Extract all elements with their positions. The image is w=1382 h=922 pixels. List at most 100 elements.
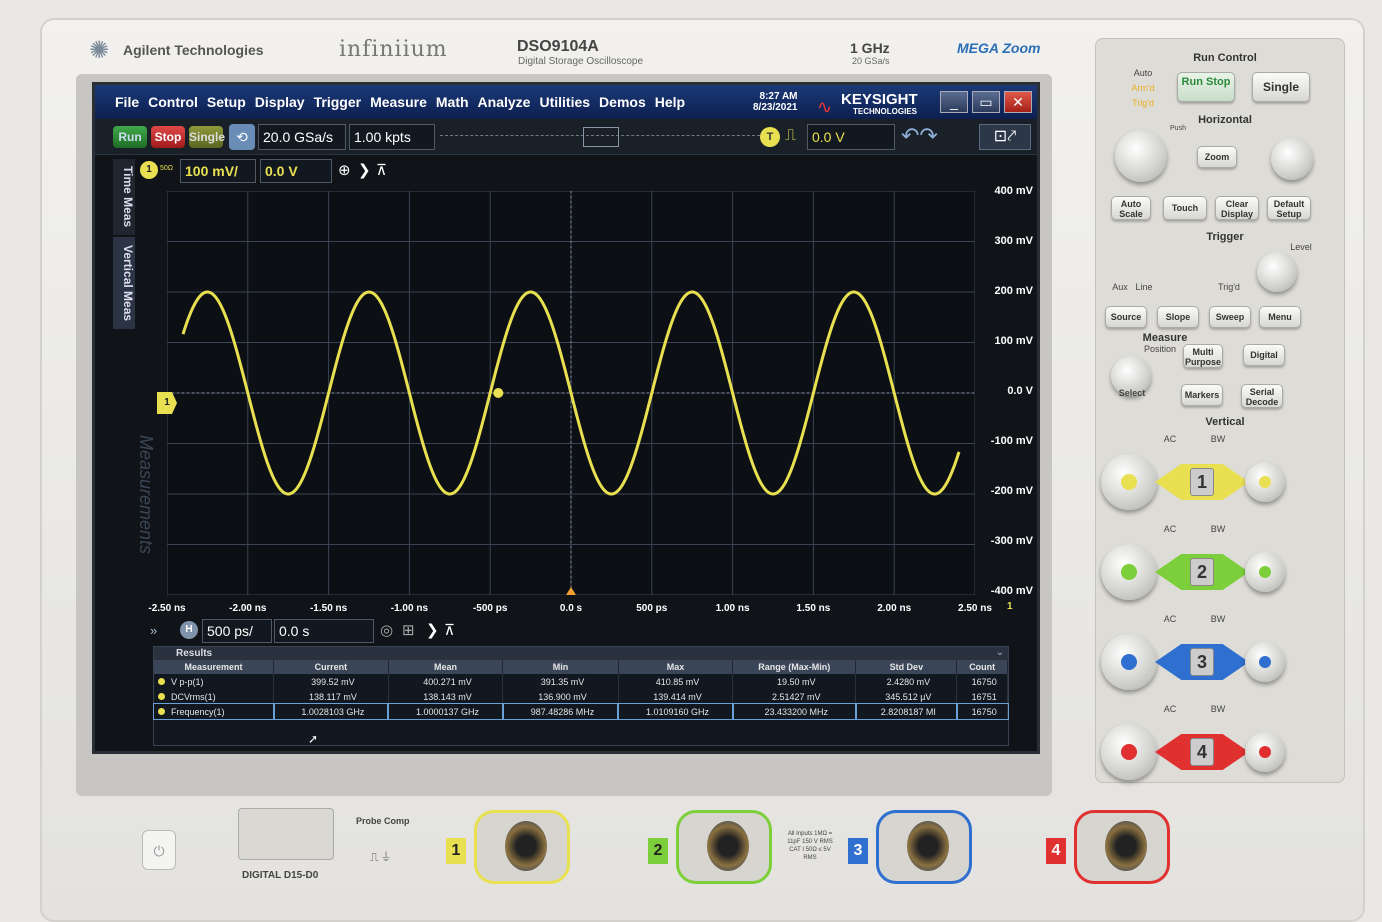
grid-icon[interactable]: ⊞ bbox=[402, 621, 415, 639]
inputs-warning: All Inputs 1MΩ = 11pF 150 V RMS CAT I 50… bbox=[787, 831, 833, 861]
vendor-sub: TECHNOLOGIES bbox=[853, 107, 918, 116]
channel-2-offset-knob[interactable] bbox=[1245, 552, 1285, 592]
menu-math[interactable]: Math bbox=[436, 94, 469, 110]
results-collapse-icon[interactable]: ⌄ bbox=[996, 647, 1004, 658]
tab-time-meas[interactable]: Time Meas bbox=[113, 159, 135, 235]
acquisition-mode-icon[interactable]: ⟲ bbox=[229, 124, 255, 150]
channel-1-button[interactable]: 1 bbox=[1190, 468, 1214, 496]
pin-horizontal-icon[interactable]: ⊼ bbox=[444, 621, 455, 639]
trace-marker[interactable] bbox=[493, 388, 504, 398]
input-2-connector[interactable] bbox=[676, 810, 772, 884]
channel1-indicator-icon bbox=[158, 677, 165, 685]
results-row[interactable]: DCVrms(1) 138.117 mV 138.143 mV 136.900 mV 1… bbox=[154, 689, 1008, 704]
channel-3-scale-knob[interactable] bbox=[1101, 634, 1157, 690]
channel-1-scale-knob[interactable] bbox=[1101, 454, 1157, 510]
expand-horizontal-icon[interactable]: ❯ bbox=[426, 621, 439, 639]
input-3-connector[interactable] bbox=[876, 810, 972, 884]
add-icon[interactable]: ⊕ bbox=[338, 161, 351, 179]
trigger-slope-button[interactable]: Slope bbox=[1157, 306, 1199, 328]
results-title: Results bbox=[154, 647, 1008, 660]
channel1-controls: 1 50Ω 100 mV/ 0.0 V ⊕ ❯ ⊼ bbox=[140, 157, 400, 185]
horizontal-scale-field[interactable]: 500 ps/ bbox=[202, 619, 272, 643]
trigger-time-marker[interactable] bbox=[566, 587, 576, 595]
horizontal-position-field[interactable]: 0.0 s bbox=[274, 619, 374, 643]
horizontal-position-knob[interactable] bbox=[1271, 138, 1313, 180]
results-row[interactable]: V p-p(1) 399.52 mV 400.271 mV 391.35 mV 410.… bbox=[154, 674, 1008, 689]
menu-file[interactable]: File bbox=[115, 94, 139, 110]
pin-icon[interactable]: ⊼ bbox=[376, 161, 387, 179]
results-cell: 391.35 mV bbox=[502, 674, 619, 689]
undo-redo-icon[interactable]: ↶↷ bbox=[901, 123, 938, 149]
results-column-header: Count bbox=[956, 660, 1008, 674]
menu-setup[interactable]: Setup bbox=[207, 94, 246, 110]
measure-mode-icon[interactable]: ⊡⤤ bbox=[979, 124, 1031, 150]
horizontal-badge[interactable]: H bbox=[180, 621, 198, 639]
single-button[interactable]: Single bbox=[189, 126, 225, 148]
rising-edge-icon[interactable]: ⎍ bbox=[785, 127, 796, 145]
menu-trigger[interactable]: Trigger bbox=[314, 94, 361, 110]
line-label: Line bbox=[1135, 282, 1153, 292]
digital-button[interactable]: Digital bbox=[1243, 344, 1285, 366]
front-inputs: ⏻ DIGITAL D15-D0 Probe Comp ⎍ ⏚ All Inpu… bbox=[128, 796, 1348, 922]
menu-display[interactable]: Display bbox=[255, 94, 305, 110]
trigger-source-icon[interactable]: T bbox=[760, 127, 780, 147]
horizontal-scale-knob[interactable] bbox=[1115, 130, 1167, 182]
trigger-source-button[interactable]: Source bbox=[1105, 306, 1147, 328]
results-column-header: Measurement bbox=[154, 660, 275, 674]
menu-analyze[interactable]: Analyze bbox=[478, 94, 531, 110]
channel-4-offset-dot bbox=[1259, 746, 1271, 758]
channel-1-offset-knob[interactable] bbox=[1245, 462, 1285, 502]
tab-vertical-meas[interactable]: Vertical Meas bbox=[113, 237, 135, 329]
markers-button[interactable]: Markers bbox=[1181, 384, 1223, 406]
channel1-offset-field[interactable]: 0.0 V bbox=[260, 159, 332, 183]
menu-help[interactable]: Help bbox=[655, 94, 685, 110]
clock: 8:27 AM 8/23/2021 bbox=[753, 91, 798, 113]
auto-scale-button[interactable]: Auto Scale bbox=[1111, 196, 1151, 220]
menu-utilities[interactable]: Utilities bbox=[539, 94, 590, 110]
horizontal-controls: » H 500 ps/ 0.0 s ◎ ⊞ ❯ ⊼ bbox=[150, 617, 480, 645]
stop-button[interactable]: Stop bbox=[151, 126, 185, 148]
waveform-display[interactable] bbox=[167, 191, 975, 595]
menu-demos[interactable]: Demos bbox=[599, 94, 646, 110]
brand-company: Agilent Technologies bbox=[123, 42, 264, 58]
input-4-connector[interactable] bbox=[1074, 810, 1170, 884]
menu-measure[interactable]: Measure bbox=[370, 94, 427, 110]
sample-rate-field[interactable]: 20.0 GSa/s bbox=[258, 124, 346, 150]
bnc-connector-icon bbox=[707, 821, 749, 871]
results-row[interactable]: Frequency(1) 1.0028103 GHz 1.0000137 GHz 98… bbox=[153, 703, 1009, 720]
channel-2-scale-knob[interactable] bbox=[1101, 544, 1157, 600]
trigger-level-knob[interactable] bbox=[1257, 252, 1297, 292]
armed-led-label: Arm'd bbox=[1131, 83, 1155, 93]
channel-4-scale-knob[interactable] bbox=[1101, 724, 1157, 780]
channel-3-button[interactable]: 3 bbox=[1190, 648, 1214, 676]
single-hw-button[interactable]: Single bbox=[1252, 72, 1310, 102]
trigger-level-field[interactable]: 0.0 V bbox=[807, 124, 895, 150]
input-1-connector[interactable] bbox=[474, 810, 570, 884]
multi-purpose-button[interactable]: Multi Purpose bbox=[1183, 344, 1223, 368]
serial-decode-button[interactable]: Serial Decode bbox=[1241, 384, 1283, 408]
zoom-button[interactable]: Zoom bbox=[1197, 146, 1237, 168]
menu-control[interactable]: Control bbox=[148, 94, 198, 110]
trigger-menu-button[interactable]: Menu bbox=[1259, 306, 1301, 328]
run-button[interactable]: Run bbox=[113, 126, 147, 148]
channel1-badge[interactable]: 1 bbox=[140, 161, 158, 179]
default-setup-button[interactable]: Default Setup bbox=[1267, 196, 1311, 220]
channel1-scale-field[interactable]: 100 mV/ bbox=[180, 159, 256, 183]
trigger-sweep-button[interactable]: Sweep bbox=[1209, 306, 1251, 328]
collapse-icon[interactable]: » bbox=[150, 623, 157, 638]
timebase-window-indicator[interactable] bbox=[583, 127, 619, 147]
reference-icon[interactable]: ◎ bbox=[380, 621, 393, 639]
close-button[interactable]: ✕ bbox=[1004, 91, 1032, 113]
channel-3-offset-knob[interactable] bbox=[1245, 642, 1285, 682]
clear-display-button[interactable]: Clear Display bbox=[1215, 196, 1259, 220]
power-icon[interactable]: ⏻ bbox=[142, 830, 176, 870]
run-stop-button[interactable]: Run Stop bbox=[1177, 72, 1235, 102]
channel-2-button[interactable]: 2 bbox=[1190, 558, 1214, 586]
minimize-button[interactable]: _ bbox=[940, 91, 968, 113]
channel-4-offset-knob[interactable] bbox=[1245, 732, 1285, 772]
touch-button[interactable]: Touch bbox=[1163, 196, 1207, 220]
maximize-button[interactable]: ▭ bbox=[972, 91, 1000, 113]
memory-depth-field[interactable]: 1.00 kpts bbox=[349, 124, 435, 150]
channel-4-button[interactable]: 4 bbox=[1190, 738, 1214, 766]
expand-icon[interactable]: ❯ bbox=[358, 161, 371, 179]
